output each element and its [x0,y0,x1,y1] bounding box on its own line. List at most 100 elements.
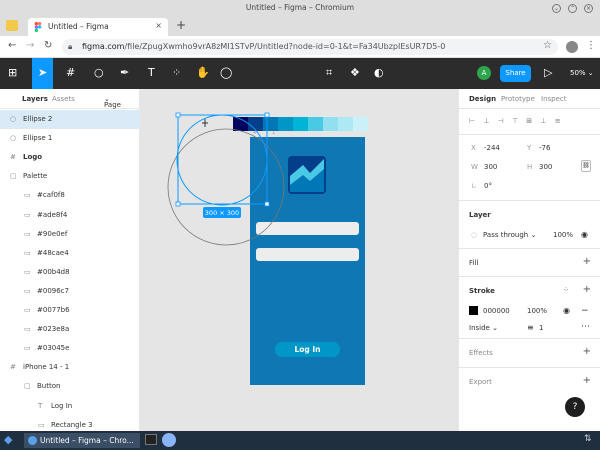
palette-swatch[interactable] [248,117,263,131]
password-input-shape[interactable] [256,248,359,261]
browser-menu-icon[interactable]: ⋮ [586,40,596,51]
selection-handle[interactable] [175,201,181,207]
move-tool-icon[interactable]: ➤ [32,58,54,89]
layer-row[interactable]: ▭ #caf0f8 [0,186,140,205]
logo-graphic[interactable] [288,156,326,194]
browser-launcher-icon[interactable] [162,433,176,447]
user-avatar[interactable]: A [477,66,491,80]
add-effect-icon[interactable]: + [583,346,591,357]
stroke-weight-field[interactable]: 1 [539,324,543,332]
palette-swatch[interactable] [293,117,308,131]
palette-swatch[interactable] [353,117,368,131]
design-canvas[interactable]: 4 1 Log In 300 × 300 [140,89,458,431]
username-input-shape[interactable] [256,222,359,235]
layer-row[interactable]: ▭ #03045e [0,339,140,358]
pen-tool-icon[interactable]: ✒ [120,66,129,80]
network-icon[interactable]: ⇅ [584,434,592,444]
align-icons[interactable]: ⊢ ⊥ ⊣ ⊤ ⊞ ⊥ ≡ [469,117,564,125]
palette-swatch[interactable] [308,117,323,131]
component-icon[interactable]: ❖ [350,66,360,80]
layer-row[interactable]: ▭ #90e0ef [0,225,140,244]
rotation-field[interactable]: 0° [484,182,492,190]
share-button[interactable]: Share [500,65,531,82]
folder-icon[interactable] [6,20,18,31]
palette-swatch[interactable] [323,117,338,131]
height-field[interactable]: 300 [539,163,552,171]
main-menu-icon[interactable]: ⊞ [8,66,17,80]
taskbar-window-button[interactable]: Untitled – Figma – Chro... [24,433,140,448]
hand-tool-icon[interactable]: ✋ [196,66,210,80]
palette-swatch[interactable] [263,117,278,131]
terminal-icon[interactable] [145,434,157,445]
reload-icon[interactable]: ↻ [44,40,52,51]
page-selector[interactable]: Page 1 ⌄ [104,95,121,117]
resources-icon[interactable]: ⁘ [172,66,181,80]
stroke-opacity-field[interactable]: 100% [527,307,547,315]
palette-swatch[interactable] [278,117,293,131]
present-play-icon[interactable]: ▷ [544,66,552,80]
forward-icon[interactable]: → [26,40,34,51]
visibility-eye-icon[interactable]: ◉ [581,230,588,239]
layer-row[interactable]: ▭ #48cae4 [0,244,140,263]
layer-row[interactable]: ▢ Button [0,377,140,396]
shape-tool-icon[interactable]: ○ [94,66,104,80]
tab-inspect[interactable]: Inspect [541,95,567,103]
help-button[interactable]: ? [565,397,585,417]
layer-row[interactable]: # Logo [0,148,140,167]
constrain-proportions-icon[interactable]: ⛓ [581,160,591,172]
tab-layers[interactable]: Layers [22,95,48,103]
add-fill-icon[interactable]: + [583,256,591,267]
layer-row[interactable]: ○ Ellipse 2 [0,110,140,129]
selection-handle[interactable] [175,112,181,118]
layer-row[interactable]: ▭ #023e8a [0,320,140,339]
selection-handle[interactable] [264,112,270,118]
close-window-icon[interactable]: × [584,4,593,13]
bookmark-star-icon[interactable]: ☆ [543,40,552,51]
text-icon: T [38,401,43,410]
x-field[interactable]: -244 [484,144,500,152]
tab-assets[interactable]: Assets [52,95,75,103]
stroke-styles-icon[interactable]: ⁘ [563,286,569,294]
frame-tool-icon[interactable]: # [66,66,75,80]
stroke-position-dropdown[interactable]: Inside ⌄ [469,324,498,332]
comment-tool-icon[interactable]: ◯ [220,66,232,80]
layer-row[interactable]: T Log In [0,397,140,416]
layer-row[interactable]: ▢ Palette [0,167,140,186]
stroke-hex-field[interactable]: 000000 [483,307,510,315]
tab-design[interactable]: Design [469,95,496,103]
width-field[interactable]: 300 [484,163,497,171]
y-field[interactable]: -76 [539,144,550,152]
layer-opacity-field[interactable]: 100% [553,231,573,239]
maximize-icon[interactable]: ⌃ [568,4,577,13]
stroke-visibility-icon[interactable]: ◉ [563,306,570,315]
layer-row[interactable]: ▭ #0096c7 [0,282,140,301]
layer-row[interactable]: ○ Ellipse 1 [0,129,140,148]
back-icon[interactable]: ← [8,40,16,51]
new-tab-button[interactable]: + [176,18,186,32]
palette-swatch[interactable] [338,117,353,131]
stroke-color-swatch[interactable] [469,306,478,315]
layer-row[interactable]: # iPhone 14 - 1 [0,358,140,377]
tab-prototype[interactable]: Prototype [501,95,535,103]
palette-group[interactable] [233,117,368,131]
browser-tab[interactable]: Untitled – Figma × [28,18,168,36]
minimize-icon[interactable]: ⌄ [552,4,561,13]
layer-row[interactable]: ▭ #ade8f4 [0,206,140,225]
add-export-icon[interactable]: + [583,375,591,386]
crop-icon[interactable]: ⌗ [326,66,332,80]
remove-stroke-icon[interactable]: − [581,306,589,316]
start-menu-icon[interactable]: ◆ [4,433,12,446]
zoom-dropdown[interactable]: 50% ⌄ [570,69,594,77]
add-stroke-icon[interactable]: + [583,284,591,295]
close-tab-icon[interactable]: × [155,21,162,30]
layer-label: Ellipse 2 [23,115,53,123]
url-input[interactable]: 🔒︎ figma.com/file/ZpugXwmho9vrA8zMI1STvP… [62,39,558,55]
layer-row[interactable]: ▭ #0077b6 [0,301,140,320]
selection-handle[interactable] [264,201,270,207]
profile-avatar-icon[interactable] [566,41,578,53]
blend-mode-dropdown[interactable]: Pass through ⌄ [483,231,536,239]
text-tool-icon[interactable]: T [148,66,155,80]
layer-row[interactable]: ▭ #00b4d8 [0,263,140,282]
mask-icon[interactable]: ◐ [374,66,384,80]
stroke-more-icon[interactable]: ⋯ [581,322,590,332]
